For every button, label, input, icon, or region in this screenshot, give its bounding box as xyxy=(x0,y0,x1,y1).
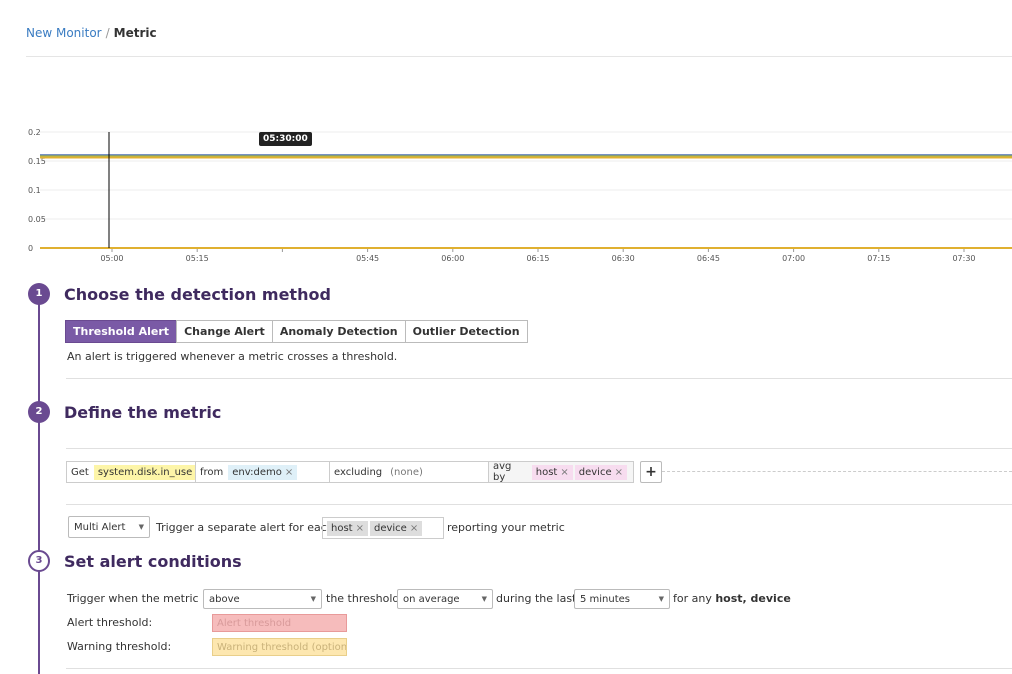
x-tick-label: 07:00 xyxy=(782,254,805,263)
detection-method-group: Threshold Alert Change Alert Anomaly Det… xyxy=(65,320,528,343)
avg-device-chip: device × xyxy=(574,464,627,480)
for-any-label: for any xyxy=(673,592,712,605)
from-label: from xyxy=(200,466,224,478)
step-1-title: Choose the detection method xyxy=(64,285,331,304)
breadcrumb-new-monitor[interactable]: New Monitor xyxy=(26,26,102,40)
get-label: Get xyxy=(71,466,89,478)
remove-device-icon[interactable]: × xyxy=(615,467,623,478)
multi-alert-value: Multi Alert xyxy=(74,521,126,533)
breadcrumb-current: Metric xyxy=(113,26,157,40)
excluding-label: excluding xyxy=(334,466,383,478)
x-tick-label: 05:15 xyxy=(186,254,209,263)
trigger-text: Trigger when the metric is xyxy=(67,592,211,605)
avg-device-label: device xyxy=(578,466,612,478)
cursor-time-badge: 05:30:00 xyxy=(259,132,312,146)
y-tick-label: 0.05 xyxy=(28,215,46,224)
x-tick-label: 06:30 xyxy=(612,254,635,263)
top-divider xyxy=(26,56,1012,57)
comparison-select[interactable]: above ▼ xyxy=(203,589,322,609)
divider-3 xyxy=(66,504,1012,505)
y-tick-label: 0.1 xyxy=(28,186,41,195)
x-tick-label: 07:30 xyxy=(952,254,975,263)
aggregation-value: on average xyxy=(403,593,460,605)
y-tick-label: 0.2 xyxy=(28,128,41,137)
divider-4 xyxy=(66,668,1012,669)
alert-threshold-label: Alert threshold: xyxy=(67,616,153,629)
step-3-title: Set alert conditions xyxy=(64,552,242,571)
for-any-text: for any host, device xyxy=(673,592,791,605)
breadcrumb: New Monitor / Metric xyxy=(26,26,157,40)
avg-by-label: avg by xyxy=(493,461,512,483)
change-alert-button[interactable]: Change Alert xyxy=(176,320,273,343)
excluding-value: (none) xyxy=(390,466,423,478)
chevron-down-icon: ▼ xyxy=(310,595,316,603)
duration-value: 5 minutes xyxy=(580,593,631,605)
from-tag-chip: env:demo × xyxy=(228,464,298,480)
query-dashed-line xyxy=(662,471,1012,472)
duration-select[interactable]: 5 minutes ▼ xyxy=(574,589,670,609)
avg-by-selector[interactable]: avg by host × device × xyxy=(488,461,634,483)
metric-chart[interactable]: 0.2 0.15 0.1 0.05 0 05:00 05:15 05:45 06:00 06:15… xyxy=(0,120,1012,270)
steps-timeline xyxy=(38,294,40,674)
aggregation-select[interactable]: on average ▼ xyxy=(397,589,493,609)
multi-alert-text: Trigger a separate alert for each xyxy=(156,521,334,534)
metric-selector[interactable]: Get system.disk.in_use xyxy=(66,461,197,483)
excluding-selector[interactable]: excluding (none) xyxy=(329,461,489,483)
x-tick-label: 07:15 xyxy=(867,254,890,263)
chevron-down-icon: ▼ xyxy=(481,595,487,603)
group-device-chip: device × xyxy=(369,520,423,536)
warning-threshold-input[interactable]: Warning threshold (optiona xyxy=(212,638,347,656)
group-device-label: device xyxy=(373,522,407,534)
anomaly-detection-button[interactable]: Anomaly Detection xyxy=(271,320,406,343)
metric-query-row: Get system.disk.in_use from env:demo × ex… xyxy=(66,461,634,483)
from-tag-label: env:demo xyxy=(232,466,282,478)
remove-group-host-icon[interactable]: × xyxy=(356,523,364,534)
step-2-title: Define the metric xyxy=(64,403,222,422)
chart-svg: 0.20.150.10.05005:00 05:15 05:45 06:00 06:15… xyxy=(28,128,1012,263)
avg-host-chip: host × xyxy=(531,464,573,480)
step-1-badge: 1 xyxy=(28,283,50,305)
x-tick-label: 05:45 xyxy=(356,254,379,263)
divider-1 xyxy=(66,378,1012,379)
warning-threshold-label: Warning threshold: xyxy=(67,640,172,653)
outlier-detection-button[interactable]: Outlier Detection xyxy=(404,320,528,343)
group-host-chip: host × xyxy=(327,520,368,536)
x-tick-label: 06:15 xyxy=(526,254,549,263)
remove-host-icon[interactable]: × xyxy=(560,467,568,478)
add-query-button[interactable]: + xyxy=(640,461,662,483)
multi-alert-select[interactable]: Multi Alert ▼ xyxy=(68,516,150,538)
threshold-text: the threshold xyxy=(326,592,400,605)
step-2-badge: 2 xyxy=(28,401,50,423)
from-selector[interactable]: from env:demo × xyxy=(195,461,330,483)
x-tick-label: 06:45 xyxy=(697,254,720,263)
group-host-label: host xyxy=(331,522,353,534)
alert-threshold-input[interactable]: Alert threshold xyxy=(212,614,347,632)
breadcrumb-separator: / xyxy=(105,26,110,40)
chevron-down-icon: ▼ xyxy=(138,523,144,531)
chevron-down-icon: ▼ xyxy=(658,595,664,603)
during-text: during the last xyxy=(496,592,577,605)
step-3-badge: 3 xyxy=(28,550,50,572)
remove-from-tag-icon[interactable]: × xyxy=(285,467,293,478)
avg-host-label: host xyxy=(535,466,558,478)
threshold-alert-button[interactable]: Threshold Alert xyxy=(65,320,178,343)
multi-alert-group-input[interactable]: host × device × xyxy=(322,517,444,539)
x-tick-label: 05:00 xyxy=(100,254,123,263)
metric-name[interactable]: system.disk.in_use xyxy=(93,464,197,480)
group-names: host, device xyxy=(715,592,791,605)
multi-alert-suffix: reporting your metric xyxy=(447,521,565,534)
comparison-value: above xyxy=(209,593,240,605)
x-tick-label: 06:00 xyxy=(441,254,464,263)
detection-description: An alert is triggered whenever a metric … xyxy=(67,350,398,363)
divider-2 xyxy=(66,448,1012,449)
y-tick-label: 0 xyxy=(28,244,33,253)
remove-group-device-icon[interactable]: × xyxy=(410,523,418,534)
